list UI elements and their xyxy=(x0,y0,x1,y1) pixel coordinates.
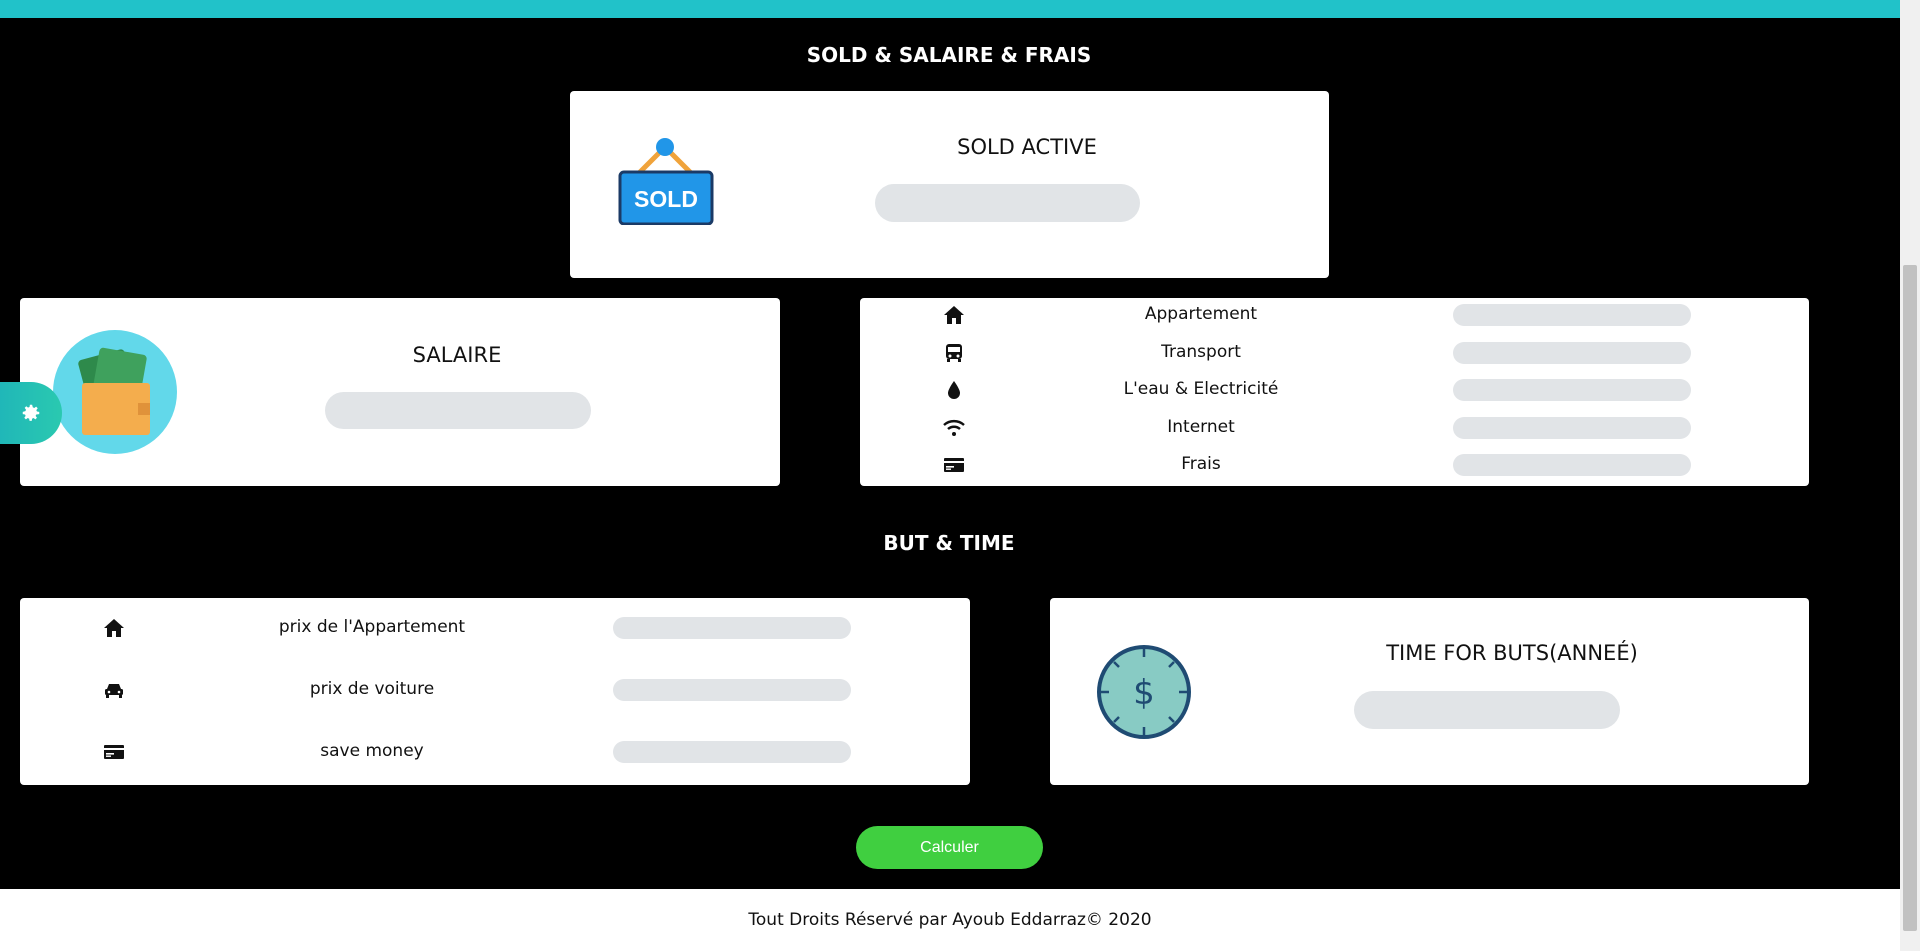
list-item: Appartement xyxy=(860,300,1809,330)
prix-appartement-input[interactable] xyxy=(613,617,851,639)
settings-tab[interactable] xyxy=(0,382,62,444)
section-title-sold: SOLD & SALAIRE & FRAIS xyxy=(806,43,1092,67)
list-item: Internet xyxy=(860,413,1809,443)
wifi-icon xyxy=(943,420,965,436)
internet-input[interactable] xyxy=(1453,417,1691,439)
prix-voiture-label: prix de voiture xyxy=(309,679,435,699)
svg-text:$: $ xyxy=(1133,673,1155,713)
save-money-label: save money xyxy=(320,741,424,761)
credit-card-icon xyxy=(944,458,964,472)
car-icon xyxy=(105,684,123,698)
list-item: Frais xyxy=(860,450,1809,480)
sold-active-card: SOLD SOLD ACTIVE xyxy=(570,91,1329,278)
time-for-buts-input[interactable] xyxy=(1354,691,1620,729)
section-title-but: BUT & TIME xyxy=(883,531,1015,555)
eau-electricite-label: L'eau & Electricité xyxy=(1123,379,1279,399)
transport-input[interactable] xyxy=(1453,342,1691,364)
prix-appartement-label: prix de l'Appartement xyxy=(278,617,466,637)
svg-text:SOLD: SOLD xyxy=(634,186,698,212)
transport-label: Transport xyxy=(1161,342,1241,362)
wallet-money-icon xyxy=(53,330,177,454)
top-accent-bar xyxy=(0,0,1900,18)
salaire-input[interactable] xyxy=(325,392,591,429)
time-for-buts-label: TIME FOR BUTS(ANNEÉ) xyxy=(1386,641,1638,665)
salaire-label: SALAIRE xyxy=(412,343,502,367)
list-item: L'eau & Electricité xyxy=(860,375,1809,405)
prix-voiture-input[interactable] xyxy=(613,679,851,701)
credit-card-icon xyxy=(104,745,124,759)
home-icon xyxy=(944,306,964,324)
list-item: save money xyxy=(20,737,970,767)
eau-electricite-input[interactable] xyxy=(1453,379,1691,401)
footer-copyright: Tout Droits Réservé par Ayoub Eddarraz© … xyxy=(748,910,1152,930)
clock-dollar-icon: $ xyxy=(1097,645,1191,739)
appartement-label: Appartement xyxy=(1144,304,1258,324)
appartement-input[interactable] xyxy=(1453,304,1691,326)
sold-active-input[interactable] xyxy=(875,184,1140,222)
list-item: prix de voiture xyxy=(20,675,970,705)
sold-sign-icon: SOLD xyxy=(618,138,714,225)
list-item: Transport xyxy=(860,338,1809,368)
frais-input[interactable] xyxy=(1453,454,1691,476)
sold-active-label: SOLD ACTIVE xyxy=(957,135,1097,159)
save-money-input[interactable] xyxy=(613,741,851,763)
calculate-button[interactable]: Calculer xyxy=(856,826,1043,869)
buts-card: prix de l'Appartement prix de voiture sa… xyxy=(20,598,970,785)
time-card: $ TIME FOR BUTS(ANNEÉ) xyxy=(1050,598,1809,785)
scrollbar-thumb[interactable] xyxy=(1903,265,1917,931)
water-drop-icon xyxy=(948,381,960,399)
footer: Tout Droits Réservé par Ayoub Eddarraz© … xyxy=(0,889,1900,951)
list-item: prix de l'Appartement xyxy=(20,613,970,643)
scrollbar[interactable] xyxy=(1900,0,1920,951)
salaire-card: SALAIRE xyxy=(20,298,780,486)
bus-icon xyxy=(946,344,962,362)
gear-icon xyxy=(22,404,40,421)
frais-label: Frais xyxy=(1181,454,1221,474)
home-icon xyxy=(104,619,124,637)
frais-card: Appartement Transport L'eau & Electricit… xyxy=(860,298,1809,486)
internet-label: Internet xyxy=(1167,417,1235,437)
